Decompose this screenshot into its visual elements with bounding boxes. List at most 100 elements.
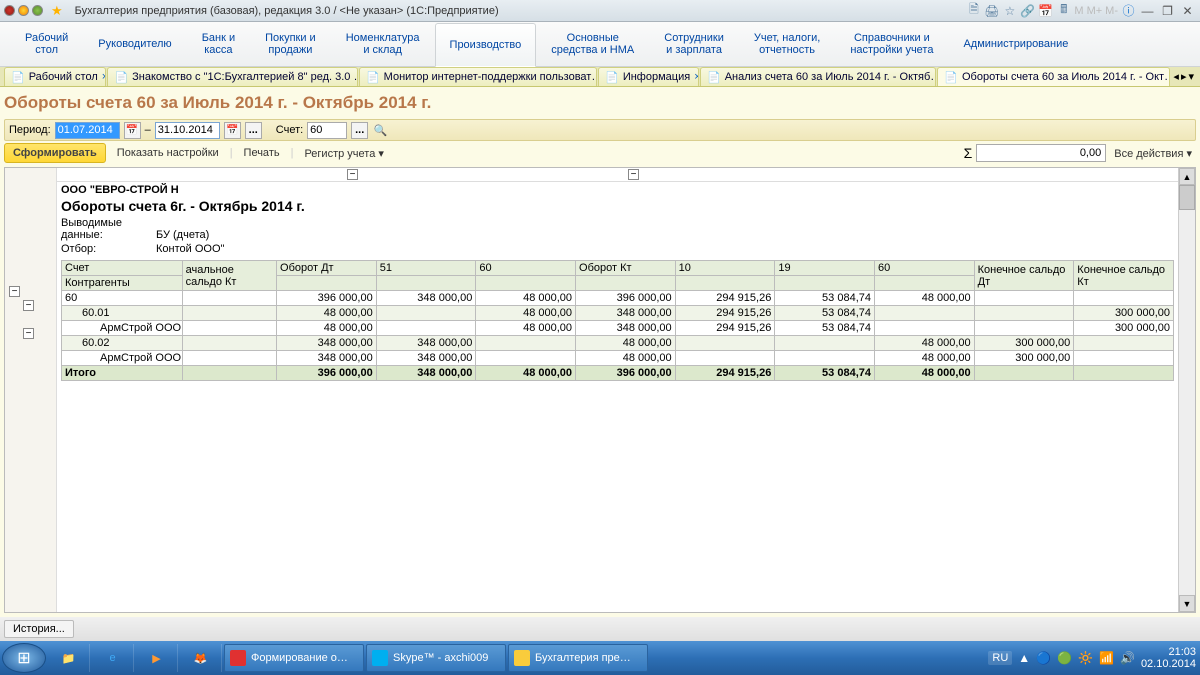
- tool-icon[interactable]: 🗎: [966, 3, 981, 18]
- tab[interactable]: 📄Монитор интернет-поддержки пользоват…×: [359, 67, 597, 86]
- help-icon[interactable]: ⓘ: [1121, 3, 1136, 18]
- document-tabs: 📄Рабочий стол×📄Знакомство с "1С:Бухгалте…: [0, 67, 1200, 87]
- tab-close-icon[interactable]: ×: [102, 71, 107, 83]
- pinned-ff[interactable]: 🦊: [180, 644, 222, 672]
- th-kontr: Контрагенты: [62, 276, 183, 291]
- menu-item[interactable]: Банк икасса: [187, 22, 250, 66]
- col-collapse-icon[interactable]: −: [347, 169, 358, 180]
- tab[interactable]: 📄Знакомство с "1С:Бухгалтерией 8" ред. 3…: [107, 67, 358, 86]
- tray-network-icon[interactable]: 🔵: [1036, 651, 1051, 665]
- table-row[interactable]: АрмСтрой ООО348 000,00348 000,0048 000,0…: [62, 351, 1174, 366]
- tray-icon[interactable]: 📶: [1099, 651, 1114, 665]
- tb-dot-green: [32, 5, 43, 16]
- tab-next-icon[interactable]: ▸: [1181, 70, 1187, 83]
- start-button[interactable]: ⊞: [2, 643, 46, 673]
- tray-sound-icon[interactable]: 🟢: [1057, 651, 1072, 665]
- menu-item[interactable]: Покупки ипродажи: [250, 22, 331, 66]
- sum-icon: Σ: [964, 145, 973, 161]
- th-19: 19: [775, 261, 875, 276]
- menu-item[interactable]: Руководителю: [83, 22, 186, 66]
- tool-icon[interactable]: ☆: [1002, 3, 1017, 18]
- col-collapse-icon[interactable]: −: [628, 169, 639, 180]
- menu-item[interactable]: Производство: [435, 23, 537, 67]
- tool-icon[interactable]: 🖨: [984, 3, 999, 18]
- report-table: Счет ачальное сальдо Кт Оборот Дт 51 60 …: [61, 260, 1174, 381]
- period-to-input[interactable]: [155, 122, 220, 139]
- calendar-icon[interactable]: 📅: [224, 122, 241, 139]
- tray-icon[interactable]: 🔊: [1120, 651, 1135, 665]
- menu-item[interactable]: Сотрудникии зарплата: [649, 22, 739, 66]
- title-bar: ★ Бухгалтерия предприятия (базовая), ред…: [0, 0, 1200, 22]
- sum-input[interactable]: [976, 144, 1106, 162]
- lang-indicator[interactable]: RU: [988, 651, 1012, 665]
- th-60a: 60: [476, 261, 576, 276]
- history-button[interactable]: История...: [4, 620, 74, 638]
- m-icon[interactable]: M: [1074, 5, 1083, 17]
- tab[interactable]: 📄Обороты счета 60 за Июль 2014 г. - Окт……: [937, 67, 1170, 86]
- register-button[interactable]: Регистр учета ▾: [297, 143, 390, 164]
- tab-list-icon[interactable]: ▾: [1188, 70, 1194, 83]
- account-more-button[interactable]: ...: [351, 122, 368, 139]
- th-obkt: Оборот Кт: [576, 261, 676, 276]
- scroll-thumb[interactable]: [1179, 185, 1195, 210]
- account-input[interactable]: [307, 122, 347, 139]
- collapse-icon[interactable]: −: [23, 300, 34, 311]
- menu-item[interactable]: Справочники инастройки учета: [835, 22, 948, 66]
- favorite-icon[interactable]: ★: [51, 3, 63, 19]
- m-minus-icon[interactable]: M-: [1105, 5, 1118, 17]
- period-from-input[interactable]: [55, 122, 120, 139]
- tab[interactable]: 📄Информация×: [598, 67, 699, 86]
- th-10: 10: [675, 261, 775, 276]
- tool-icon[interactable]: 📅: [1038, 3, 1053, 18]
- taskbar-app[interactable]: Формирование о…: [224, 644, 364, 672]
- table-row[interactable]: 60.0148 000,0048 000,00348 000,00294 915…: [62, 306, 1174, 321]
- collapse-icon[interactable]: −: [23, 328, 34, 339]
- pinned-ie[interactable]: e: [92, 644, 134, 672]
- th-begkt: ачальное сальдо Кт: [182, 261, 276, 291]
- menu-item[interactable]: Администрирование: [948, 22, 1083, 66]
- tab-prev-icon[interactable]: ◂: [1173, 70, 1179, 83]
- show-settings-button[interactable]: Показать настройки: [110, 143, 226, 163]
- collapse-icon[interactable]: −: [9, 286, 20, 297]
- menu-item[interactable]: Номенклатураи склад: [331, 22, 435, 66]
- tool-icon[interactable]: 🖩: [1056, 3, 1071, 18]
- period-more-button[interactable]: ...: [245, 122, 262, 139]
- tray-flag-icon[interactable]: ▲: [1018, 651, 1030, 665]
- table-row[interactable]: 60396 000,00348 000,0048 000,00396 000,0…: [62, 291, 1174, 306]
- close-icon[interactable]: ✕: [1179, 4, 1196, 18]
- maximize-icon[interactable]: ❐: [1159, 4, 1176, 18]
- tab-close-icon[interactable]: ×: [694, 71, 699, 83]
- tab[interactable]: 📄Рабочий стол×: [4, 67, 106, 86]
- period-label: Период:: [9, 124, 51, 136]
- menu-item[interactable]: Основныесредства и НМА: [536, 22, 649, 66]
- form-button[interactable]: Сформировать: [4, 143, 106, 163]
- account-label: Счет:: [276, 124, 303, 136]
- all-actions-button[interactable]: Все действия ▾: [1110, 147, 1196, 160]
- taskbar: ⊞ 📁 e ▶ 🦊 Формирование о…Skype™ - axchi0…: [0, 641, 1200, 675]
- page-title: Обороты счета 60 за Июль 2014 г. - Октяб…: [4, 91, 1196, 119]
- tab[interactable]: 📄Анализ счета 60 за Июль 2014 г. - Октяб…: [700, 67, 936, 86]
- report-title: Обороты счета 6г. - Октябрь 2014 г.: [61, 196, 1174, 216]
- clock[interactable]: 21:0302.10.2014: [1141, 646, 1196, 670]
- vertical-scrollbar[interactable]: ▲ ▼: [1178, 168, 1195, 612]
- tool-icon[interactable]: 🔗: [1020, 3, 1035, 18]
- taskbar-app[interactable]: Skype™ - axchi009: [366, 644, 506, 672]
- th-51: 51: [376, 261, 476, 276]
- table-row[interactable]: АрмСтрой ООО48 000,0048 000,00348 000,00…: [62, 321, 1174, 336]
- scroll-down-icon[interactable]: ▼: [1179, 595, 1195, 612]
- pinned-wmp[interactable]: ▶: [136, 644, 178, 672]
- search-icon[interactable]: 🔍: [372, 122, 389, 139]
- th-obdt: Оборот Дт: [277, 261, 377, 276]
- table-row[interactable]: 60.02348 000,00348 000,0048 000,0048 000…: [62, 336, 1174, 351]
- tb-dot-red: [4, 5, 15, 16]
- minimize-icon[interactable]: —: [1139, 4, 1156, 18]
- menu-item[interactable]: Рабочийстол: [10, 22, 83, 66]
- scroll-up-icon[interactable]: ▲: [1179, 168, 1195, 185]
- menu-item[interactable]: Учет, налоги,отчетность: [739, 22, 835, 66]
- calendar-icon[interactable]: 📅: [124, 122, 141, 139]
- taskbar-app[interactable]: Бухгалтерия пре…: [508, 644, 648, 672]
- print-button[interactable]: Печать: [237, 143, 287, 163]
- m-plus-icon[interactable]: M+: [1087, 5, 1103, 17]
- tray-icon[interactable]: 🔆: [1078, 651, 1093, 665]
- pinned-explorer[interactable]: 📁: [48, 644, 90, 672]
